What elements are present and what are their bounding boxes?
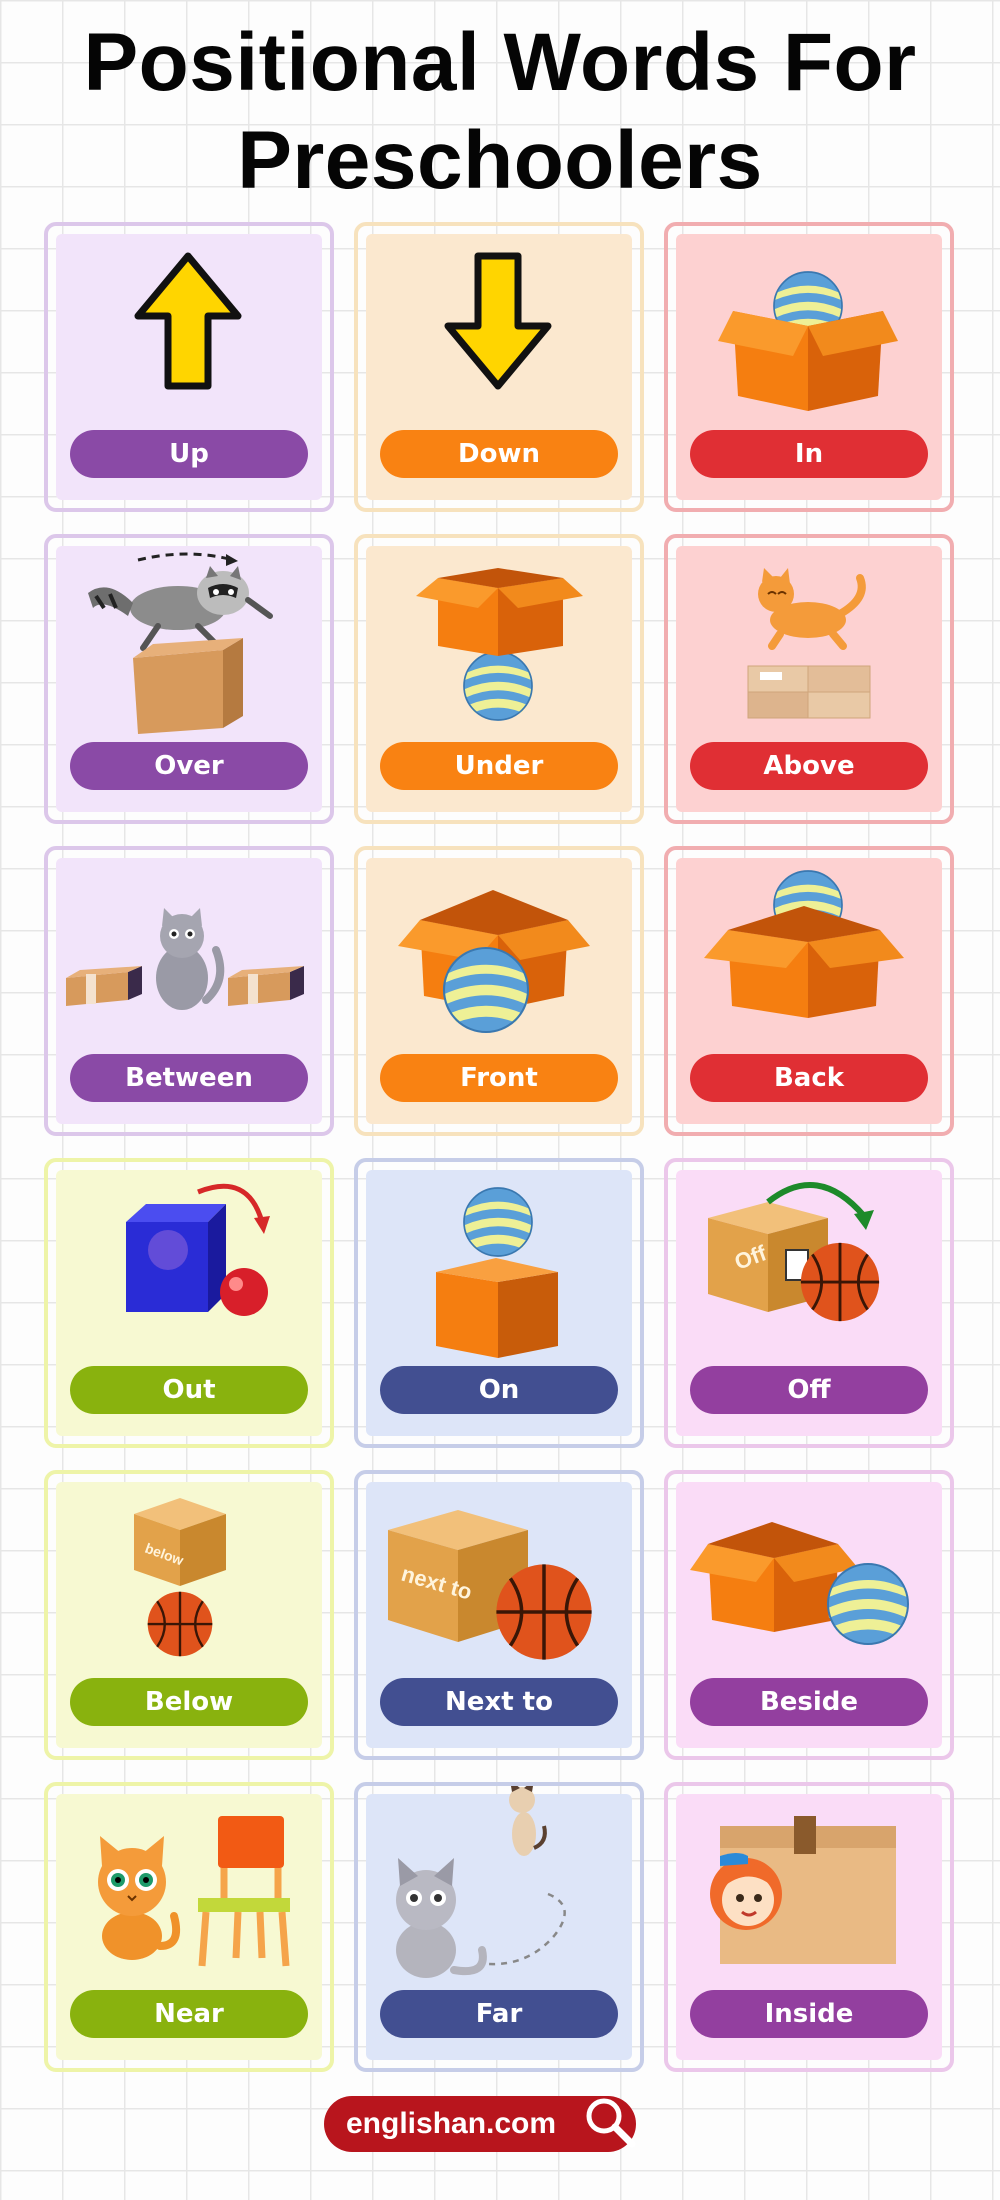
card-down: Down xyxy=(354,222,644,512)
word-card-grid: Up Down In Over Under Above Between Fron… xyxy=(44,222,960,2072)
card-label: Out xyxy=(70,1366,308,1414)
page-title: Positional Words For Preschoolers xyxy=(0,14,1000,210)
card-front: Front xyxy=(354,846,644,1136)
card-beside: Beside xyxy=(664,1470,954,1760)
card-above: Above xyxy=(664,534,954,824)
card-label: Over xyxy=(70,742,308,790)
card-far: Far xyxy=(354,1782,644,2072)
title-line-2: Preschoolers xyxy=(237,115,763,206)
site-badge[interactable]: englishan.com xyxy=(324,2096,636,2152)
card-label: Between xyxy=(70,1054,308,1102)
card-below: below Below xyxy=(44,1470,334,1760)
card-label: Above xyxy=(690,742,928,790)
card-between: Between xyxy=(44,846,334,1136)
card-label: Up xyxy=(70,430,308,478)
card-label: Below xyxy=(70,1678,308,1726)
card-label: Near xyxy=(70,1990,308,2038)
card-label: Front xyxy=(380,1054,618,1102)
site-name[interactable]: englishan.com xyxy=(346,2107,556,2141)
card-label: Down xyxy=(380,430,618,478)
card-next-to: next to Next to xyxy=(354,1470,644,1760)
card-off: Off Off xyxy=(664,1158,954,1448)
card-on: On xyxy=(354,1158,644,1448)
card-label: Beside xyxy=(690,1678,928,1726)
card-label: Next to xyxy=(380,1678,618,1726)
card-inside: Inside xyxy=(664,1782,954,2072)
card-label: Back xyxy=(690,1054,928,1102)
card-label: Inside xyxy=(690,1990,928,2038)
card-under: Under xyxy=(354,534,644,824)
card-label: Far xyxy=(380,1990,618,2038)
title-line-1: Positional Words For xyxy=(83,17,917,108)
magnifier-icon xyxy=(586,2098,636,2148)
card-over: Over xyxy=(44,534,334,824)
card-back: Back xyxy=(664,846,954,1136)
card-in: In xyxy=(664,222,954,512)
card-label: In xyxy=(690,430,928,478)
card-up: Up xyxy=(44,222,334,512)
card-label: On xyxy=(380,1366,618,1414)
card-label: Off xyxy=(690,1366,928,1414)
card-label: Under xyxy=(380,742,618,790)
card-near: Near xyxy=(44,1782,334,2072)
card-out: Out xyxy=(44,1158,334,1448)
